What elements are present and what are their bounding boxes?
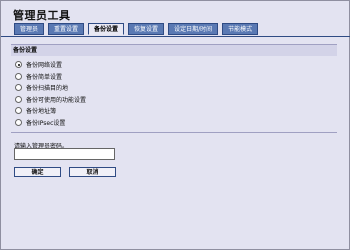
radio-button[interactable] (15, 95, 22, 103)
backup-settings-panel: 备份设置 备份网络设置 备份简单设置 备份扫描目的地 备份可使用的功能设置 备份… (11, 44, 337, 128)
option-label: 备份IPsec设置 (26, 119, 66, 127)
section-title: 备份设置 (11, 44, 337, 56)
admin-password-input[interactable] (14, 148, 115, 160)
option-label: 备份可使用的功能设置 (26, 96, 87, 104)
ok-button[interactable]: 确定 (14, 167, 61, 177)
backup-option-simple[interactable]: 备份简单设置 (15, 71, 337, 82)
tab-underline (1, 36, 350, 37)
option-label: 备份地址簿 (26, 108, 57, 115)
option-label: 备份简单设置 (26, 73, 63, 81)
tab-backup-settings[interactable]: 备份设置 (88, 23, 125, 35)
radio-button[interactable] (15, 118, 22, 126)
tab-reset-settings[interactable]: 重置设置 (48, 23, 85, 35)
radio-button-selected[interactable] (15, 61, 22, 68)
backup-option-scan-destination[interactable]: 备份扫描目的地 (15, 82, 337, 93)
backup-options-list: 备份网络设置 备份简单设置 备份扫描目的地 备份可使用的功能设置 备份地址簿 备… (11, 59, 337, 128)
radio-button[interactable] (15, 84, 22, 91)
backup-option-ipsec[interactable]: 备份IPsec设置 (15, 117, 337, 128)
tab-bar: 管理员 重置设置 备份设置 恢复设置 设定日期/时间 节能模式 (14, 23, 259, 36)
page-title: 管理员工具 (13, 9, 71, 22)
section-divider (11, 132, 337, 133)
cancel-button[interactable]: 取消 (69, 167, 116, 177)
tab-date-time[interactable]: 设定日期/时间 (168, 23, 219, 35)
radio-button[interactable] (15, 72, 22, 80)
radio-button[interactable] (15, 107, 22, 114)
backup-option-available-functions[interactable]: 备份可使用的功能设置 (15, 94, 337, 105)
backup-option-address-book[interactable]: 备份地址簿 (15, 105, 337, 116)
tab-administrator[interactable]: 管理员 (14, 23, 45, 35)
admin-tools-window: 管理员工具 管理员 重置设置 备份设置 恢复设置 设定日期/时间 节能模式 备份… (0, 0, 350, 250)
tab-restore-settings[interactable]: 恢复设置 (128, 23, 165, 35)
option-label: 备份网络设置 (26, 62, 63, 69)
action-buttons: 确定 取消 (14, 167, 116, 177)
backup-option-network[interactable]: 备份网络设置 (15, 59, 337, 70)
option-label: 备份扫描目的地 (26, 85, 69, 92)
tab-energy-saver[interactable]: 节能模式 (222, 23, 259, 35)
